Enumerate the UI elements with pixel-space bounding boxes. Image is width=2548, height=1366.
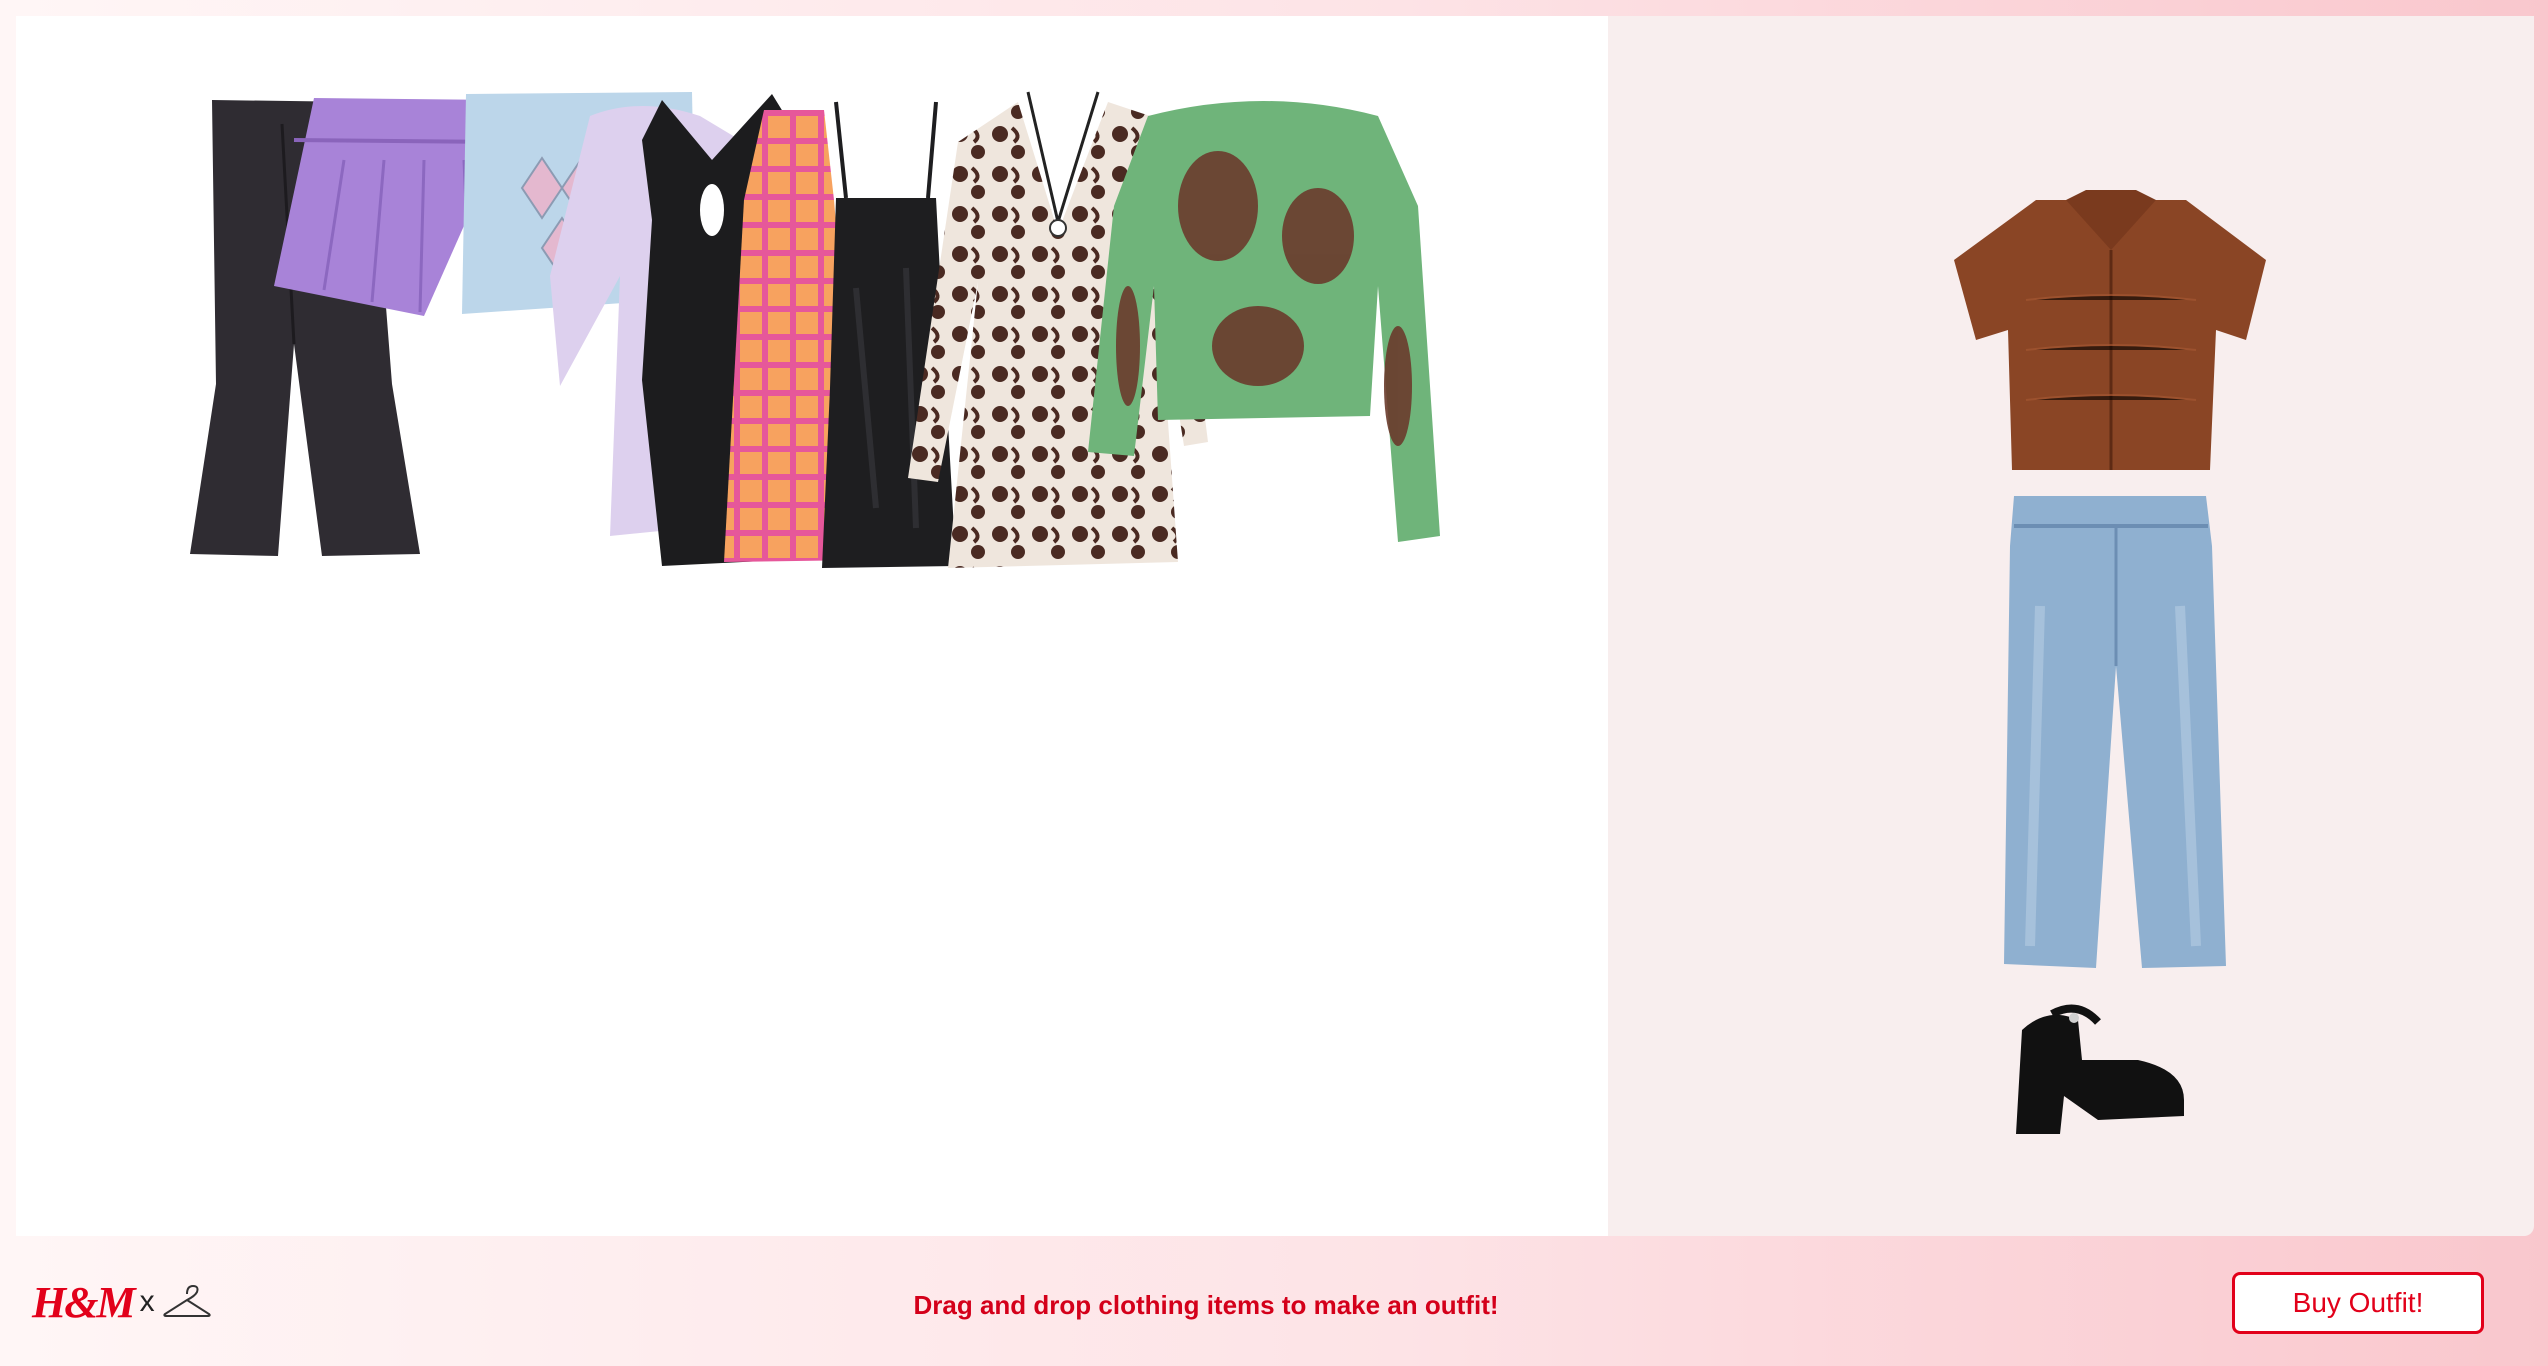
outfit-panel[interactable] (1608, 16, 2534, 1236)
straight-leg-jeans-item[interactable] (2000, 486, 2226, 970)
graphic-mesh-top-item[interactable] (1088, 86, 1440, 552)
brown-collared-top-item[interactable] (1946, 180, 2276, 480)
instruction-text: Drag and drop clothing items to make an … (913, 1290, 1499, 1320)
closet-area (16, 16, 1608, 1236)
platform-sandals-item[interactable] (2008, 1000, 2188, 1134)
buy-outfit-button[interactable]: Buy Outfit! (2232, 1272, 2484, 1334)
footer-bar: H&M x Drag and drop clothing items to ma… (0, 1236, 2548, 1366)
